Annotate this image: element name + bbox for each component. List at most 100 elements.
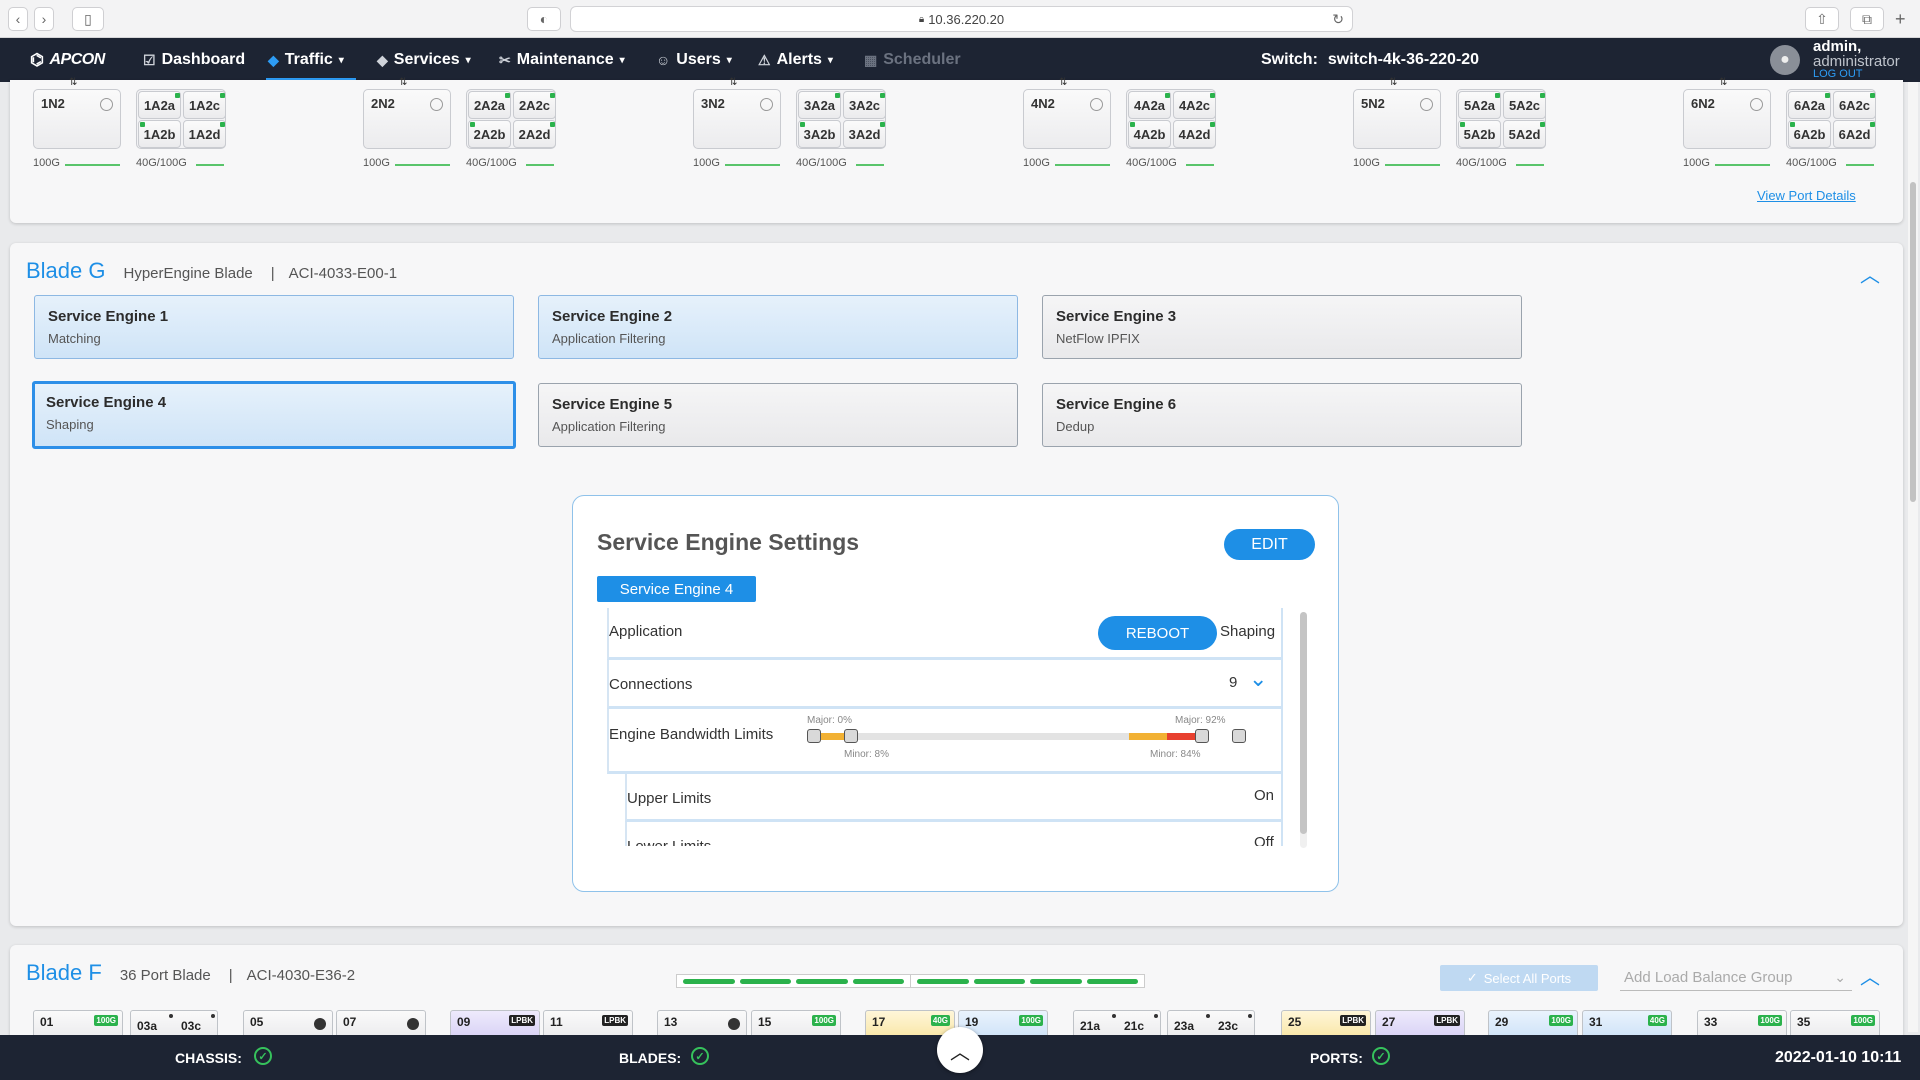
port-09[interactable]: 09 LPBK [450, 1010, 540, 1038]
new-tab-icon[interactable]: + [1895, 9, 1906, 30]
port-5a2b[interactable]: 5A2b [1458, 120, 1501, 148]
port-2a2c[interactable]: 2A2c [513, 91, 556, 119]
minor-high-handle[interactable] [1195, 729, 1209, 743]
port-5a2c[interactable]: 5A2c [1503, 91, 1546, 119]
service-engine-2[interactable]: Service Engine 2 Application Filtering [538, 295, 1018, 359]
port-4a2a[interactable]: 4A2a [1128, 91, 1171, 119]
page-scrollbar[interactable] [1908, 82, 1918, 1032]
service-engine-4[interactable]: Service Engine 4 Shaping [32, 381, 516, 449]
nav-dashboard[interactable]: ☑ Dashboard [143, 38, 245, 82]
select-all-ports-button[interactable]: ✓ Select All Ports [1440, 965, 1598, 991]
port-speed: 100G [33, 157, 60, 169]
port-11[interactable]: 11 LPBK [543, 1010, 633, 1038]
port-33[interactable]: 33 100G [1697, 1010, 1787, 1038]
port-1a2d[interactable]: 1A2d [183, 120, 226, 148]
edit-button[interactable]: EDIT [1224, 529, 1315, 560]
port-29[interactable]: 29 100G [1488, 1010, 1578, 1038]
port-05[interactable]: 05 [243, 1010, 333, 1038]
nav-services[interactable]: ◆ Services ▾ [377, 38, 471, 82]
port-6a2b[interactable]: 6A2b [1788, 120, 1831, 148]
port-03a[interactable]: 03a 03c [130, 1010, 218, 1038]
major-high-handle[interactable] [1232, 729, 1246, 743]
lower-limits-row[interactable]: Lower Limits Off [625, 822, 1281, 846]
port-23a[interactable]: 23a 23c [1167, 1010, 1255, 1038]
settings-scrollbar[interactable] [1300, 612, 1307, 848]
port-13[interactable]: 13 [657, 1010, 747, 1038]
port-2a2b[interactable]: 2A2b [468, 120, 511, 148]
url-bar[interactable]: 🔒︎ 10.36.220.20 ↻ [570, 6, 1353, 32]
port-15[interactable]: 15 100G [751, 1010, 841, 1038]
port-01[interactable]: 01 100G [33, 1010, 123, 1038]
nav-traffic[interactable]: ◆ Traffic ▾ [268, 38, 344, 82]
port-35[interactable]: 35 100G [1790, 1010, 1880, 1038]
port-07[interactable]: 07 [336, 1010, 426, 1038]
tabs-icon[interactable]: ⧉ [1850, 7, 1884, 31]
bandwidth-slider[interactable]: Major: 0% Major: 92% Minor: 8% Minor: 84… [807, 715, 1246, 765]
collapse-icon[interactable]: ︿ [1860, 961, 1880, 990]
port-3a2c[interactable]: 3A2c [843, 91, 886, 119]
nav-alerts[interactable]: ⚠ Alerts ▾ [758, 38, 833, 82]
port-6a2a[interactable]: 6A2a [1788, 91, 1831, 119]
port-3a2b[interactable]: 3A2b [798, 120, 841, 148]
ports-ok-icon: ✓ [1372, 1047, 1390, 1065]
port-6n2[interactable]: 6N2 [1683, 89, 1771, 149]
port-1a2a[interactable]: 1A2a [138, 91, 181, 119]
connections-row[interactable]: Connections 9 ⌄ [607, 660, 1281, 709]
port-21a[interactable]: 21a 21c [1073, 1010, 1161, 1038]
forward-icon[interactable]: › [34, 7, 54, 31]
upper-limits-row[interactable]: Upper Limits On [625, 774, 1281, 822]
port-4n2[interactable]: 4N2 [1023, 89, 1111, 149]
link-status-icon [505, 93, 510, 98]
port-6a2c[interactable]: 6A2c [1833, 91, 1876, 119]
port-4a2b[interactable]: 4A2b [1128, 120, 1171, 148]
port-1n2[interactable]: 1N2 [33, 89, 121, 149]
port-2n2[interactable]: 2N2 [363, 89, 451, 149]
service-engine-5[interactable]: Service Engine 5 Application Filtering [538, 383, 1018, 447]
major-low-handle[interactable] [807, 729, 821, 743]
view-port-details-link[interactable]: View Port Details [1757, 188, 1856, 203]
sidebar-icon[interactable]: ▯ [72, 7, 104, 31]
add-load-balance-group-select[interactable]: Add Load Balance Group ⌄ [1620, 965, 1852, 991]
reboot-button[interactable]: REBOOT [1098, 616, 1217, 650]
tab-service-engine-4[interactable]: Service Engine 4 [597, 576, 756, 602]
speed-line [1385, 164, 1440, 166]
link-status-icon [550, 93, 555, 98]
port-5n2[interactable]: 5N2 [1353, 89, 1441, 149]
port-3a2d[interactable]: 3A2d [843, 120, 886, 148]
apcon-logo[interactable]: ⌬ APCON [30, 38, 105, 82]
port-31[interactable]: 31 40G [1582, 1010, 1672, 1038]
logout-link[interactable]: LOG OUT [1813, 69, 1900, 80]
service-engine-3[interactable]: Service Engine 3 NetFlow IPFIX [1042, 295, 1522, 359]
reload-icon[interactable]: ↻ [1332, 11, 1344, 28]
chevron-down-icon[interactable]: ⌄ [1249, 666, 1267, 692]
minor-low-handle[interactable] [844, 729, 858, 743]
port-5a2a[interactable]: 5A2a [1458, 91, 1501, 119]
port-1a2c[interactable]: 1A2c [183, 91, 226, 119]
avatar[interactable]: ● [1770, 45, 1800, 75]
port-25[interactable]: 25 LPBK [1281, 1010, 1371, 1038]
collapse-icon[interactable]: ︿ [1860, 259, 1880, 288]
port-3n2[interactable]: 3N2 [693, 89, 781, 149]
port-1a2b[interactable]: 1A2b [138, 120, 181, 148]
url-text: 10.36.220.20 [928, 11, 1005, 27]
service-engine-6[interactable]: Service Engine 6 Dedup [1042, 383, 1522, 447]
port-4a2d[interactable]: 4A2d [1173, 120, 1216, 148]
port-2a2a[interactable]: 2A2a [468, 91, 511, 119]
share-icon[interactable]: ⇧ [1805, 7, 1839, 31]
service-engine-1[interactable]: Service Engine 1 Matching [34, 295, 514, 359]
shield-icon[interactable]: ◐ [527, 7, 561, 31]
port-5a2d[interactable]: 5A2d [1503, 120, 1546, 148]
port-6a2d[interactable]: 6A2d [1833, 120, 1876, 148]
user-menu[interactable]: admin, administrator LOG OUT [1813, 39, 1900, 80]
back-icon[interactable]: ‹ [8, 7, 28, 31]
port-4a2c[interactable]: 4A2c [1173, 91, 1216, 119]
nav-scheduler[interactable]: ▦ Scheduler [864, 38, 961, 82]
nav-users[interactable]: ☺ Users ▾ [656, 38, 732, 82]
nav-maintenance[interactable]: ✂ Maintenance ▾ [499, 38, 625, 82]
port-17[interactable]: 17 40G [865, 1010, 955, 1038]
port-2a2d[interactable]: 2A2d [513, 120, 556, 148]
speed-line [856, 164, 884, 166]
port-3a2a[interactable]: 3A2a [798, 91, 841, 119]
scroll-top-button[interactable]: ︿ [937, 1027, 983, 1073]
port-27[interactable]: 27 LPBK [1375, 1010, 1465, 1038]
